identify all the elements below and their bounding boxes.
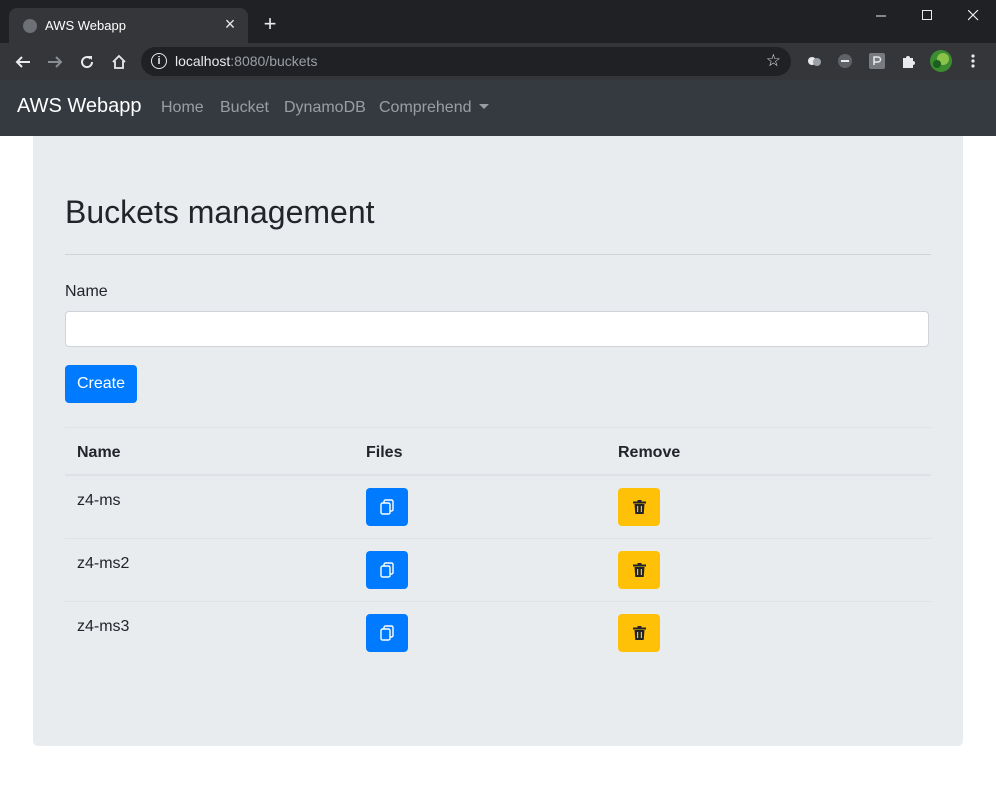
extension-icon[interactable]: [868, 52, 886, 70]
nav-link-home[interactable]: Home: [161, 99, 204, 117]
column-header-remove: Remove: [618, 444, 681, 461]
trash-icon: [632, 563, 646, 577]
nav-dropdown-comprehend[interactable]: Comprehend: [379, 99, 489, 117]
table-row: z4-ms2: [65, 539, 931, 602]
back-arrow-icon[interactable]: [12, 51, 34, 73]
profile-avatar-icon[interactable]: [930, 50, 952, 72]
jumbotron: Buckets management Name Create Name File…: [33, 136, 963, 746]
table-row: z4-ms: [65, 476, 931, 539]
table-header: Name Files Remove: [65, 427, 931, 476]
reload-icon[interactable]: [76, 51, 98, 73]
navbar: AWS Webapp Home Bucket DynamoDB Comprehe…: [0, 80, 996, 136]
nav-link-bucket[interactable]: Bucket: [220, 99, 269, 117]
puzzle-icon[interactable]: [899, 52, 917, 70]
extension-icon[interactable]: [836, 52, 854, 70]
trash-icon: [632, 626, 646, 640]
files-icon: [380, 562, 394, 578]
bucket-name: z4-ms3: [77, 618, 130, 635]
new-tab-icon[interactable]: +: [260, 13, 280, 35]
page-title: Buckets management: [65, 194, 375, 230]
files-icon: [380, 625, 394, 641]
browser-titlebar: AWS Webapp × +: [0, 0, 996, 43]
buckets-table: Name Files Remove z4-ms z4-ms2 z4-ms3: [65, 427, 931, 665]
info-icon[interactable]: i: [151, 53, 167, 69]
extension-icon[interactable]: [805, 52, 823, 70]
nav-link-comprehend: Comprehend: [379, 99, 472, 116]
browser-toolbar: i localhost:8080/buckets ☆: [0, 43, 996, 80]
menu-dots-icon[interactable]: [964, 52, 982, 70]
trash-icon: [632, 500, 646, 514]
url-text: localhost:8080/buckets: [175, 53, 318, 69]
tab-title: AWS Webapp: [45, 18, 126, 33]
files-button[interactable]: [366, 614, 408, 652]
close-window-icon[interactable]: [950, 0, 996, 30]
table-row: z4-ms3: [65, 602, 931, 665]
address-bar[interactable]: i localhost:8080/buckets ☆: [141, 47, 791, 76]
files-button[interactable]: [366, 551, 408, 589]
remove-button[interactable]: [618, 488, 660, 526]
caret-down-icon: [478, 104, 489, 109]
name-input[interactable]: [65, 311, 929, 347]
browser-tab[interactable]: AWS Webapp ×: [9, 8, 248, 43]
remove-button[interactable]: [618, 551, 660, 589]
remove-button[interactable]: [618, 614, 660, 652]
minimize-icon[interactable]: [858, 0, 904, 30]
divider: [65, 254, 931, 255]
home-icon[interactable]: [108, 51, 130, 73]
nav-link-dynamodb[interactable]: DynamoDB: [284, 99, 366, 117]
create-button[interactable]: Create: [65, 365, 137, 403]
column-header-files: Files: [366, 444, 403, 461]
globe-icon: [23, 19, 37, 33]
files-icon: [380, 499, 394, 515]
maximize-icon[interactable]: [904, 0, 950, 30]
navbar-brand[interactable]: AWS Webapp: [17, 95, 142, 118]
bookmark-star-icon[interactable]: ☆: [766, 51, 781, 71]
files-button[interactable]: [366, 488, 408, 526]
tab-close-icon[interactable]: ×: [220, 14, 240, 34]
column-header-name: Name: [77, 444, 121, 461]
bucket-name: z4-ms2: [77, 555, 130, 572]
forward-arrow-icon[interactable]: [44, 51, 66, 73]
bucket-name: z4-ms: [77, 492, 121, 509]
name-label: Name: [65, 283, 108, 300]
